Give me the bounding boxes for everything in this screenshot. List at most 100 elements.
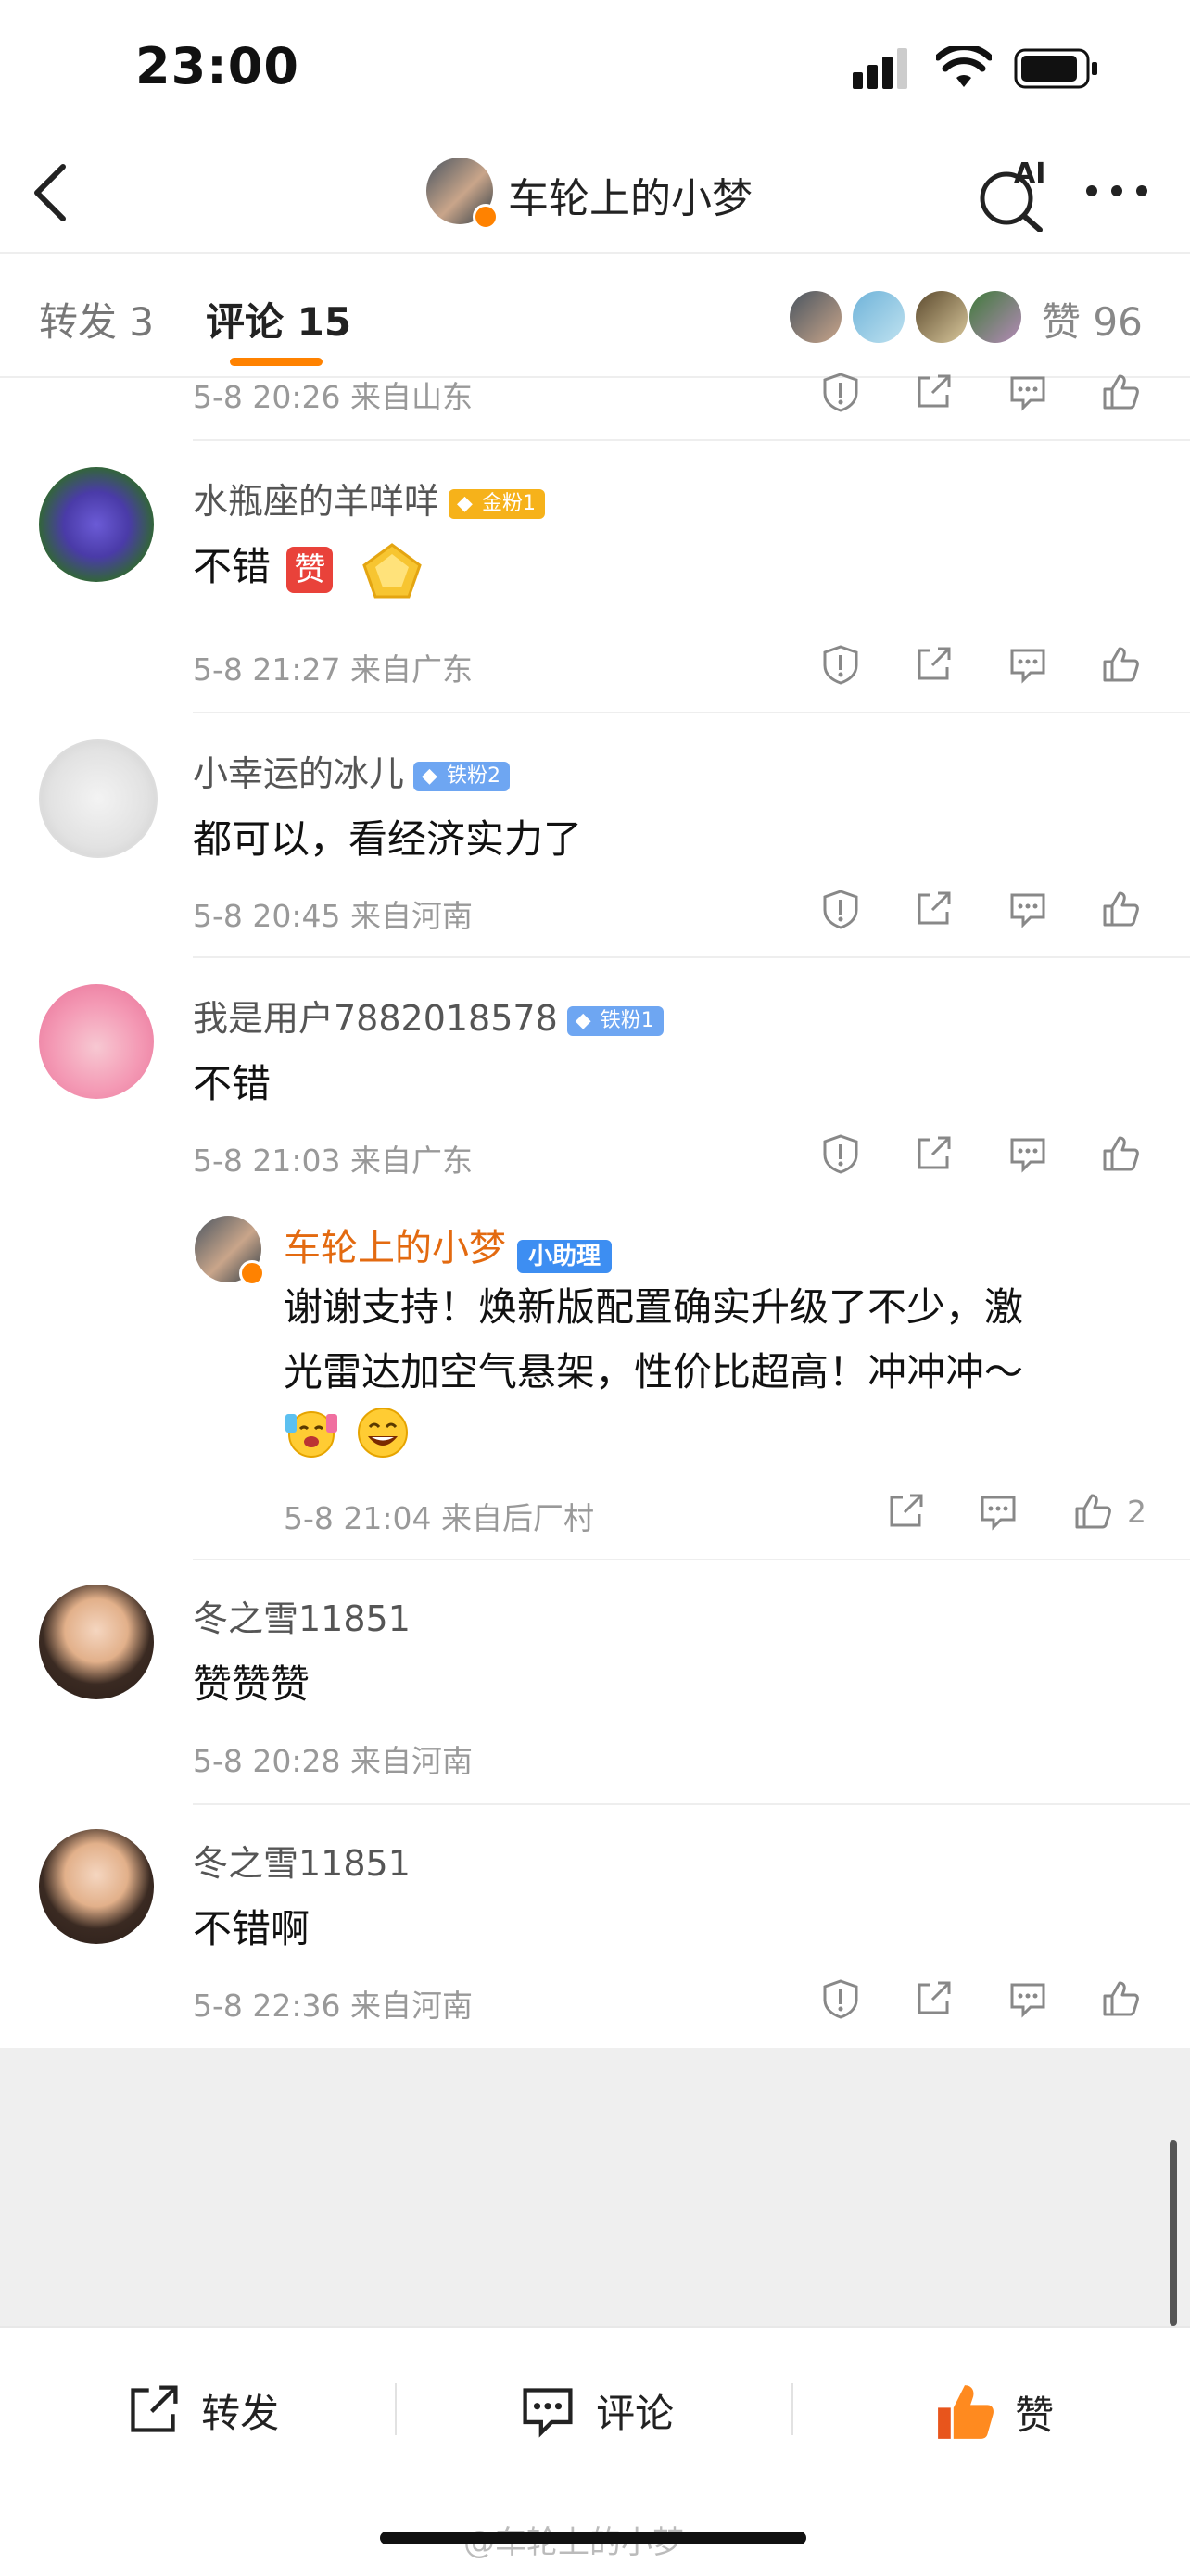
author-avatar[interactable] xyxy=(426,158,499,230)
bottom-repost-label: 转发 xyxy=(201,2390,280,2436)
home-indicator[interactable] xyxy=(380,2532,806,2544)
comment-meta: 5-8 21:27 来自广东 xyxy=(193,651,473,688)
battery-icon xyxy=(1014,48,1097,89)
tab-active-indicator xyxy=(230,358,323,366)
like-icon[interactable] xyxy=(1099,1977,1142,2020)
reply-icon[interactable] xyxy=(977,1490,1019,1533)
report-icon[interactable] xyxy=(819,1132,862,1175)
repost-icon[interactable] xyxy=(884,1490,927,1533)
report-icon[interactable] xyxy=(819,643,862,686)
fan-badge[interactable]: 铁粉1 xyxy=(566,1005,664,1036)
divider xyxy=(193,712,1190,713)
ai-label: AI xyxy=(1014,158,1046,190)
signal-icon xyxy=(853,48,907,89)
comment-meta: 5-8 20:28 来自河南 xyxy=(193,1743,473,1779)
list-end-area xyxy=(0,2048,1190,2326)
ai-search-icon[interactable]: AI xyxy=(977,158,1051,232)
comment-text: 不错啊 xyxy=(193,1906,310,1951)
comment-username[interactable]: 我是用户7882018578 xyxy=(193,998,558,1039)
comment-text: 不错 xyxy=(193,1061,272,1106)
commenter-avatar[interactable] xyxy=(39,739,158,858)
reply-icon[interactable] xyxy=(1006,371,1049,413)
reply-user-row: 车轮上的小梦 小助理 xyxy=(284,1218,613,1273)
report-icon[interactable] xyxy=(819,888,862,930)
report-icon[interactable] xyxy=(819,371,862,413)
scrollbar[interactable] xyxy=(1170,2140,1177,2326)
reply-avatar[interactable] xyxy=(195,1216,265,1286)
nav-title[interactable]: 车轮上的小梦 xyxy=(508,165,753,224)
comment-user-row: 我是用户7882018578 铁粉1 xyxy=(193,990,664,1041)
liker-avatar xyxy=(853,291,905,343)
repost-icon[interactable] xyxy=(912,888,955,930)
reply-like-count: 2 xyxy=(1127,1494,1146,1530)
repost-icon[interactable] xyxy=(912,643,955,686)
comment-actions xyxy=(816,888,1149,934)
tab-comment[interactable]: 评论 15 xyxy=(206,291,351,347)
commenter-avatar[interactable] xyxy=(39,467,154,582)
assistant-badge: 小助理 xyxy=(517,1239,613,1273)
separator xyxy=(395,2383,397,2435)
liker-avatar xyxy=(790,291,842,343)
comment-username[interactable]: 冬之雪11851 xyxy=(193,1590,411,1641)
reply-emoji-row xyxy=(284,1405,411,1464)
sticker-gem-icon xyxy=(361,542,422,598)
reply-text-line1: 谢谢支持！焕新版配置确实升级了不少，激 xyxy=(284,1284,1024,1330)
commenter-avatar[interactable] xyxy=(39,1585,154,1699)
reply-icon[interactable] xyxy=(1006,643,1049,686)
comment-text: 赞赞赞 xyxy=(193,1661,310,1707)
comment-actions xyxy=(816,1132,1149,1179)
tab-repost[interactable]: 转发 3 xyxy=(39,291,154,347)
liker-avatar xyxy=(969,291,1021,343)
report-icon[interactable] xyxy=(819,1977,862,2020)
comment-user-row: 水瓶座的羊咩咩金粉1 xyxy=(193,473,546,524)
like-icon[interactable] xyxy=(1071,1490,1114,1533)
comment-meta: 5-8 21:03 来自广东 xyxy=(193,1143,473,1179)
reply-icon[interactable] xyxy=(1006,888,1049,930)
status-time: 23:00 xyxy=(135,37,299,95)
liker-avatar xyxy=(916,291,968,343)
back-icon[interactable] xyxy=(32,163,69,222)
more-icon[interactable] xyxy=(1084,182,1149,200)
likes-count[interactable]: 赞 96 xyxy=(1042,291,1143,347)
fan-badge[interactable]: 金粉1 xyxy=(449,488,546,519)
wifi-icon xyxy=(936,46,992,87)
bottom-like-button[interactable]: 赞 xyxy=(932,2380,1054,2444)
like-icon[interactable] xyxy=(1099,371,1142,413)
bottom-like-label: 赞 xyxy=(1015,2392,1055,2438)
comment-username[interactable]: 小幸运的冰儿 xyxy=(193,753,404,794)
reply-icon[interactable] xyxy=(1006,1132,1049,1175)
like-icon[interactable] xyxy=(1099,1132,1142,1175)
fan-badge[interactable]: 铁粉2 xyxy=(413,761,511,791)
divider xyxy=(193,439,1190,441)
divider xyxy=(193,956,1190,958)
sticker-zan: 赞 xyxy=(286,546,334,593)
comment-text: 都可以，看经济实力了 xyxy=(193,816,583,862)
bottom-comment-button[interactable]: 评论 xyxy=(517,2380,674,2444)
bottom-repost-button[interactable]: 转发 xyxy=(122,2380,279,2444)
comment-actions xyxy=(816,371,1149,417)
comment-meta: 5-8 20:45 来自河南 xyxy=(193,898,473,934)
reply-text-line2: 光雷达加空气悬架，性价比超高！冲冲冲～ xyxy=(284,1349,1024,1395)
liker-avatars[interactable] xyxy=(790,291,1031,345)
like-icon[interactable] xyxy=(1099,643,1142,686)
reply-username[interactable]: 车轮上的小梦 xyxy=(284,1227,506,1269)
commenter-avatar[interactable] xyxy=(39,1829,154,1944)
reply-meta: 5-8 21:04 来自后厂村 xyxy=(284,1500,594,1536)
repost-icon[interactable] xyxy=(912,1132,955,1175)
repost-icon[interactable] xyxy=(912,371,955,413)
comment-actions xyxy=(816,643,1149,689)
repost-icon xyxy=(131,2385,178,2432)
cheering-emoji-icon xyxy=(285,1411,337,1458)
divider xyxy=(193,1559,1190,1560)
comment-text: 不错 xyxy=(193,544,272,589)
comment-username[interactable]: 水瓶座的羊咩咩 xyxy=(193,481,439,522)
reply-icon[interactable] xyxy=(1006,1977,1049,2020)
like-icon[interactable] xyxy=(1099,888,1142,930)
comment-actions xyxy=(816,1977,1149,2024)
repost-icon[interactable] xyxy=(912,1977,955,2020)
comment-icon xyxy=(523,2388,573,2438)
commenter-avatar[interactable] xyxy=(39,984,154,1099)
comment-username[interactable]: 冬之雪11851 xyxy=(193,1835,411,1886)
tabs-bar: 转发 3 评论 15 赞 96 xyxy=(0,252,1190,378)
reply-actions: 2 xyxy=(880,1490,1158,1536)
